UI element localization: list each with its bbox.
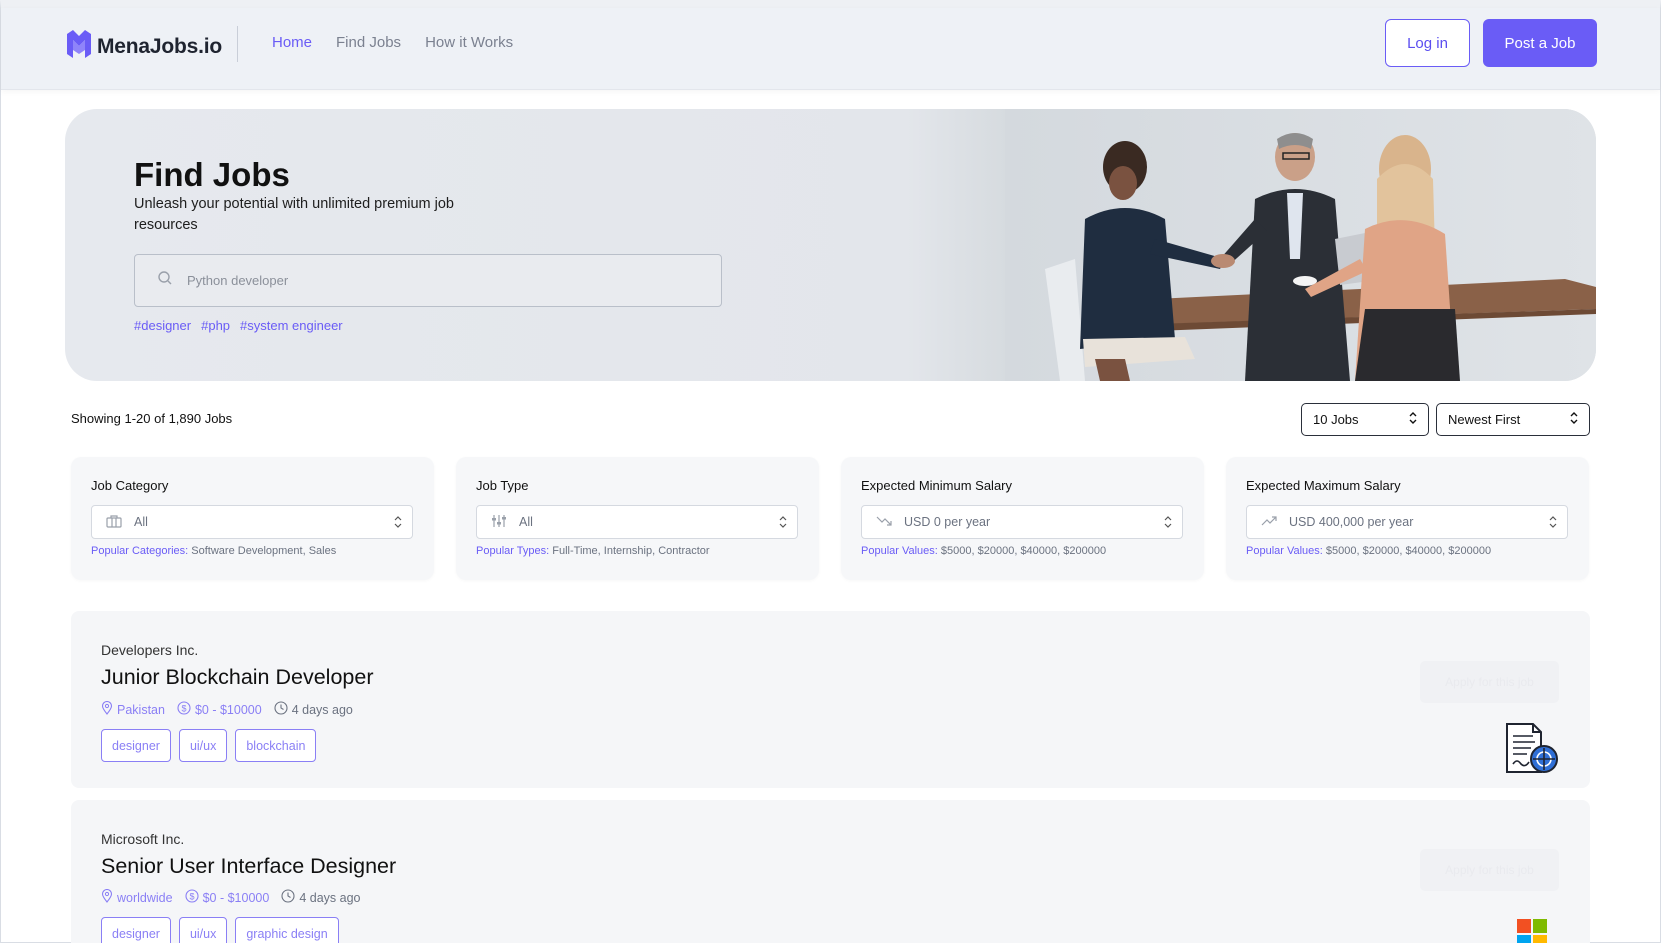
job-card[interactable]: Developers Inc. Junior Blockchain Develo… (71, 611, 1590, 788)
sort-select[interactable]: Newest First (1436, 403, 1590, 436)
microsoft-logo-icon (1517, 919, 1547, 943)
logo-text: MenaJobs.io (97, 34, 222, 58)
search-box[interactable] (134, 254, 722, 307)
filter-label: Job Type (476, 478, 529, 493)
logo-icon (65, 28, 93, 65)
svg-text:$: $ (181, 704, 186, 714)
filter-max-salary: Expected Maximum Salary USD 400,000 per … (1226, 457, 1589, 580)
filter-select[interactable]: All (91, 505, 413, 539)
location-pin-icon (101, 700, 113, 718)
job-tag[interactable]: ui/ux (178, 729, 228, 762)
job-salary: $ $0 - $10000 (185, 889, 269, 906)
select-arrows-icon (394, 515, 402, 532)
dollar-icon: $ (185, 889, 199, 906)
main-nav: Home Find Jobs How it Works (272, 34, 513, 51)
filter-label: Expected Maximum Salary (1246, 478, 1401, 493)
per-page-select[interactable]: 10 Jobs (1301, 403, 1429, 436)
job-meta: Pakistan $ $0 - $10000 4 days ago (101, 700, 353, 718)
job-tag[interactable]: designer (101, 729, 171, 762)
select-arrows-icon (1164, 515, 1172, 532)
dollar-icon: $ (177, 701, 191, 718)
nav-divider (237, 26, 238, 62)
popular-tags: #designer #php #system engineer (134, 318, 343, 333)
filter-value: All (519, 515, 533, 529)
job-tag[interactable]: designer (101, 917, 171, 943)
filter-job-type: Job Type All Popular Types: Full-Time, I… (456, 457, 819, 580)
filter-min-salary: Expected Minimum Salary USD 0 per year P… (841, 457, 1204, 580)
search-icon (157, 270, 173, 291)
hero-banner: Find Jobs Unleash your potential with un… (65, 109, 1596, 381)
clock-icon (274, 701, 288, 718)
job-location: worldwide (101, 888, 173, 906)
company-name: Developers Inc. (101, 642, 199, 658)
post-job-button[interactable]: Post a Job (1483, 19, 1597, 67)
job-title[interactable]: Junior Blockchain Developer (101, 665, 373, 690)
top-navbar: MenaJobs.io Home Find Jobs How it Works … (1, 8, 1660, 90)
select-arrows-icon (1569, 411, 1579, 428)
document-globe-icon (1503, 718, 1561, 781)
apply-button[interactable]: Apply for this job (1420, 849, 1559, 891)
sliders-icon (491, 514, 507, 531)
apply-button[interactable]: Apply for this job (1420, 661, 1559, 703)
hero-photo (1005, 109, 1596, 381)
tag-link[interactable]: #system engineer (240, 318, 343, 333)
filter-label: Expected Minimum Salary (861, 478, 1012, 493)
filter-label: Job Category (91, 478, 169, 493)
tag-link[interactable]: #designer (134, 318, 191, 333)
filter-popular: Popular Values: $5000, $20000, $40000, $… (1246, 545, 1492, 557)
job-tag[interactable]: graphic design (235, 917, 339, 943)
filter-job-category: Job Category All Popular Categories: Sof… (71, 457, 434, 580)
company-name: Microsoft Inc. (101, 831, 185, 847)
filter-select[interactable]: USD 0 per year (861, 505, 1183, 539)
job-tags: designer ui/ux blockchain (101, 729, 317, 762)
filter-value: USD 0 per year (904, 515, 991, 529)
nav-find-jobs[interactable]: Find Jobs (336, 34, 401, 51)
svg-text:$: $ (189, 892, 194, 902)
search-input[interactable] (187, 273, 687, 288)
filter-popular: Popular Categories: Software Development… (91, 545, 337, 557)
select-arrows-icon (1549, 515, 1557, 532)
filter-select[interactable]: USD 400,000 per year (1246, 505, 1568, 539)
page-title: Find Jobs (134, 156, 290, 193)
trending-down-icon (876, 515, 892, 530)
job-meta: worldwide $ $0 - $10000 4 days ago (101, 888, 361, 906)
select-arrows-icon (779, 515, 787, 532)
job-tag[interactable]: blockchain (235, 729, 317, 762)
filter-popular: Popular Types: Full-Time, Internship, Co… (476, 545, 710, 557)
sort-value: Newest First (1448, 412, 1521, 427)
briefcase-icon (106, 514, 122, 531)
job-title[interactable]: Senior User Interface Designer (101, 854, 396, 879)
filter-value: All (134, 515, 148, 529)
location-pin-icon (101, 888, 113, 906)
nav-home[interactable]: Home (272, 34, 312, 51)
nav-how-it-works[interactable]: How it Works (425, 34, 513, 51)
job-tag[interactable]: ui/ux (178, 917, 228, 943)
filter-value: USD 400,000 per year (1289, 515, 1414, 529)
job-tags: designer ui/ux graphic design (101, 917, 339, 943)
job-location: Pakistan (101, 700, 165, 718)
tag-link[interactable]: #php (201, 318, 230, 333)
clock-icon (281, 889, 295, 906)
results-summary: Showing 1-20 of 1,890 Jobs (71, 411, 233, 426)
filter-select[interactable]: All (476, 505, 798, 539)
per-page-value: 10 Jobs (1313, 412, 1359, 427)
select-arrows-icon (1408, 411, 1418, 428)
login-button[interactable]: Log in (1385, 19, 1470, 67)
filter-popular: Popular Values: $5000, $20000, $40000, $… (861, 545, 1107, 557)
hero-subtitle: Unleash your potential with unlimited pr… (134, 196, 454, 233)
job-posted: 4 days ago (274, 701, 353, 718)
logo[interactable]: MenaJobs.io (65, 28, 222, 65)
job-salary: $ $0 - $10000 (177, 701, 262, 718)
trending-up-icon (1261, 515, 1277, 530)
job-posted: 4 days ago (281, 889, 361, 906)
job-card[interactable]: Microsoft Inc. Senior User Interface Des… (71, 800, 1590, 943)
